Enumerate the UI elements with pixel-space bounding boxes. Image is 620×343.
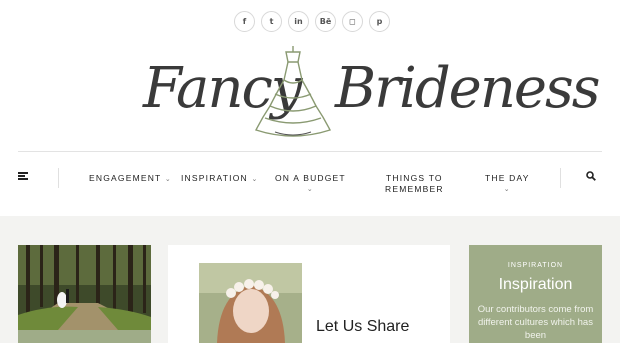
post-card-left[interactable] <box>18 245 151 343</box>
post-title[interactable]: Let Us Share <box>316 318 409 336</box>
nav-inspiration-label: INSPIRATION <box>181 173 248 183</box>
linkedin-icon[interactable]: in <box>288 11 309 32</box>
bride-portrait-photo <box>199 263 302 343</box>
category-description: Our contributors come from different cul… <box>477 304 594 341</box>
pinterest-icon[interactable]: p <box>369 11 390 32</box>
dress-icon <box>255 46 331 137</box>
nav-the-day[interactable]: THE DAY ⌄ <box>485 173 530 195</box>
facebook-icon[interactable]: f <box>234 11 255 32</box>
post-card-middle[interactable]: Let Us Share <box>168 245 450 343</box>
nav-engagement[interactable]: ENGAGEMENT ⌄ <box>89 173 172 185</box>
search-icon[interactable] <box>586 171 596 181</box>
main-nav: ENGAGEMENT ⌄ INSPIRATION ⌄ ON A BUDGET ⌄… <box>18 152 602 216</box>
category-card-inspiration[interactable]: INSPIRATION Inspiration Our contributors… <box>469 245 602 343</box>
nav-things-line1: THINGS TO <box>385 173 443 183</box>
nav-on-a-budget-label: ON A BUDGET <box>275 173 346 183</box>
category-label: INSPIRATION <box>507 262 564 269</box>
nav-separator <box>58 168 59 188</box>
nav-the-day-label: THE DAY <box>485 173 530 183</box>
chevron-down-icon: ⌄ <box>503 186 511 193</box>
nav-inspiration[interactable]: INSPIRATION ⌄ <box>181 173 259 185</box>
social-links: f t in Bē ◻ p <box>234 11 390 32</box>
chevron-down-icon: ⌄ <box>164 176 172 183</box>
chevron-down-icon: ⌄ <box>306 186 314 193</box>
nav-separator <box>560 168 561 188</box>
behance-icon[interactable]: Bē <box>315 11 336 32</box>
menu-icon[interactable] <box>18 172 28 180</box>
category-heading: Inspiration <box>498 276 573 293</box>
instagram-icon[interactable]: ◻ <box>342 11 363 32</box>
logo-text-brideness: Brideness <box>335 56 601 121</box>
forest-wedding-photo <box>18 245 151 330</box>
site-logo[interactable]: Fancy Brideness <box>135 40 601 140</box>
nav-on-a-budget[interactable]: ON A BUDGET ⌄ <box>275 173 346 195</box>
nav-engagement-label: ENGAGEMENT <box>89 173 162 183</box>
chevron-down-icon: ⌄ <box>251 176 259 183</box>
nav-things-line2: REMEMBER <box>385 184 444 194</box>
nav-things-to-remember[interactable]: THINGS TO REMEMBER <box>385 173 444 195</box>
twitter-icon[interactable]: t <box>261 11 282 32</box>
